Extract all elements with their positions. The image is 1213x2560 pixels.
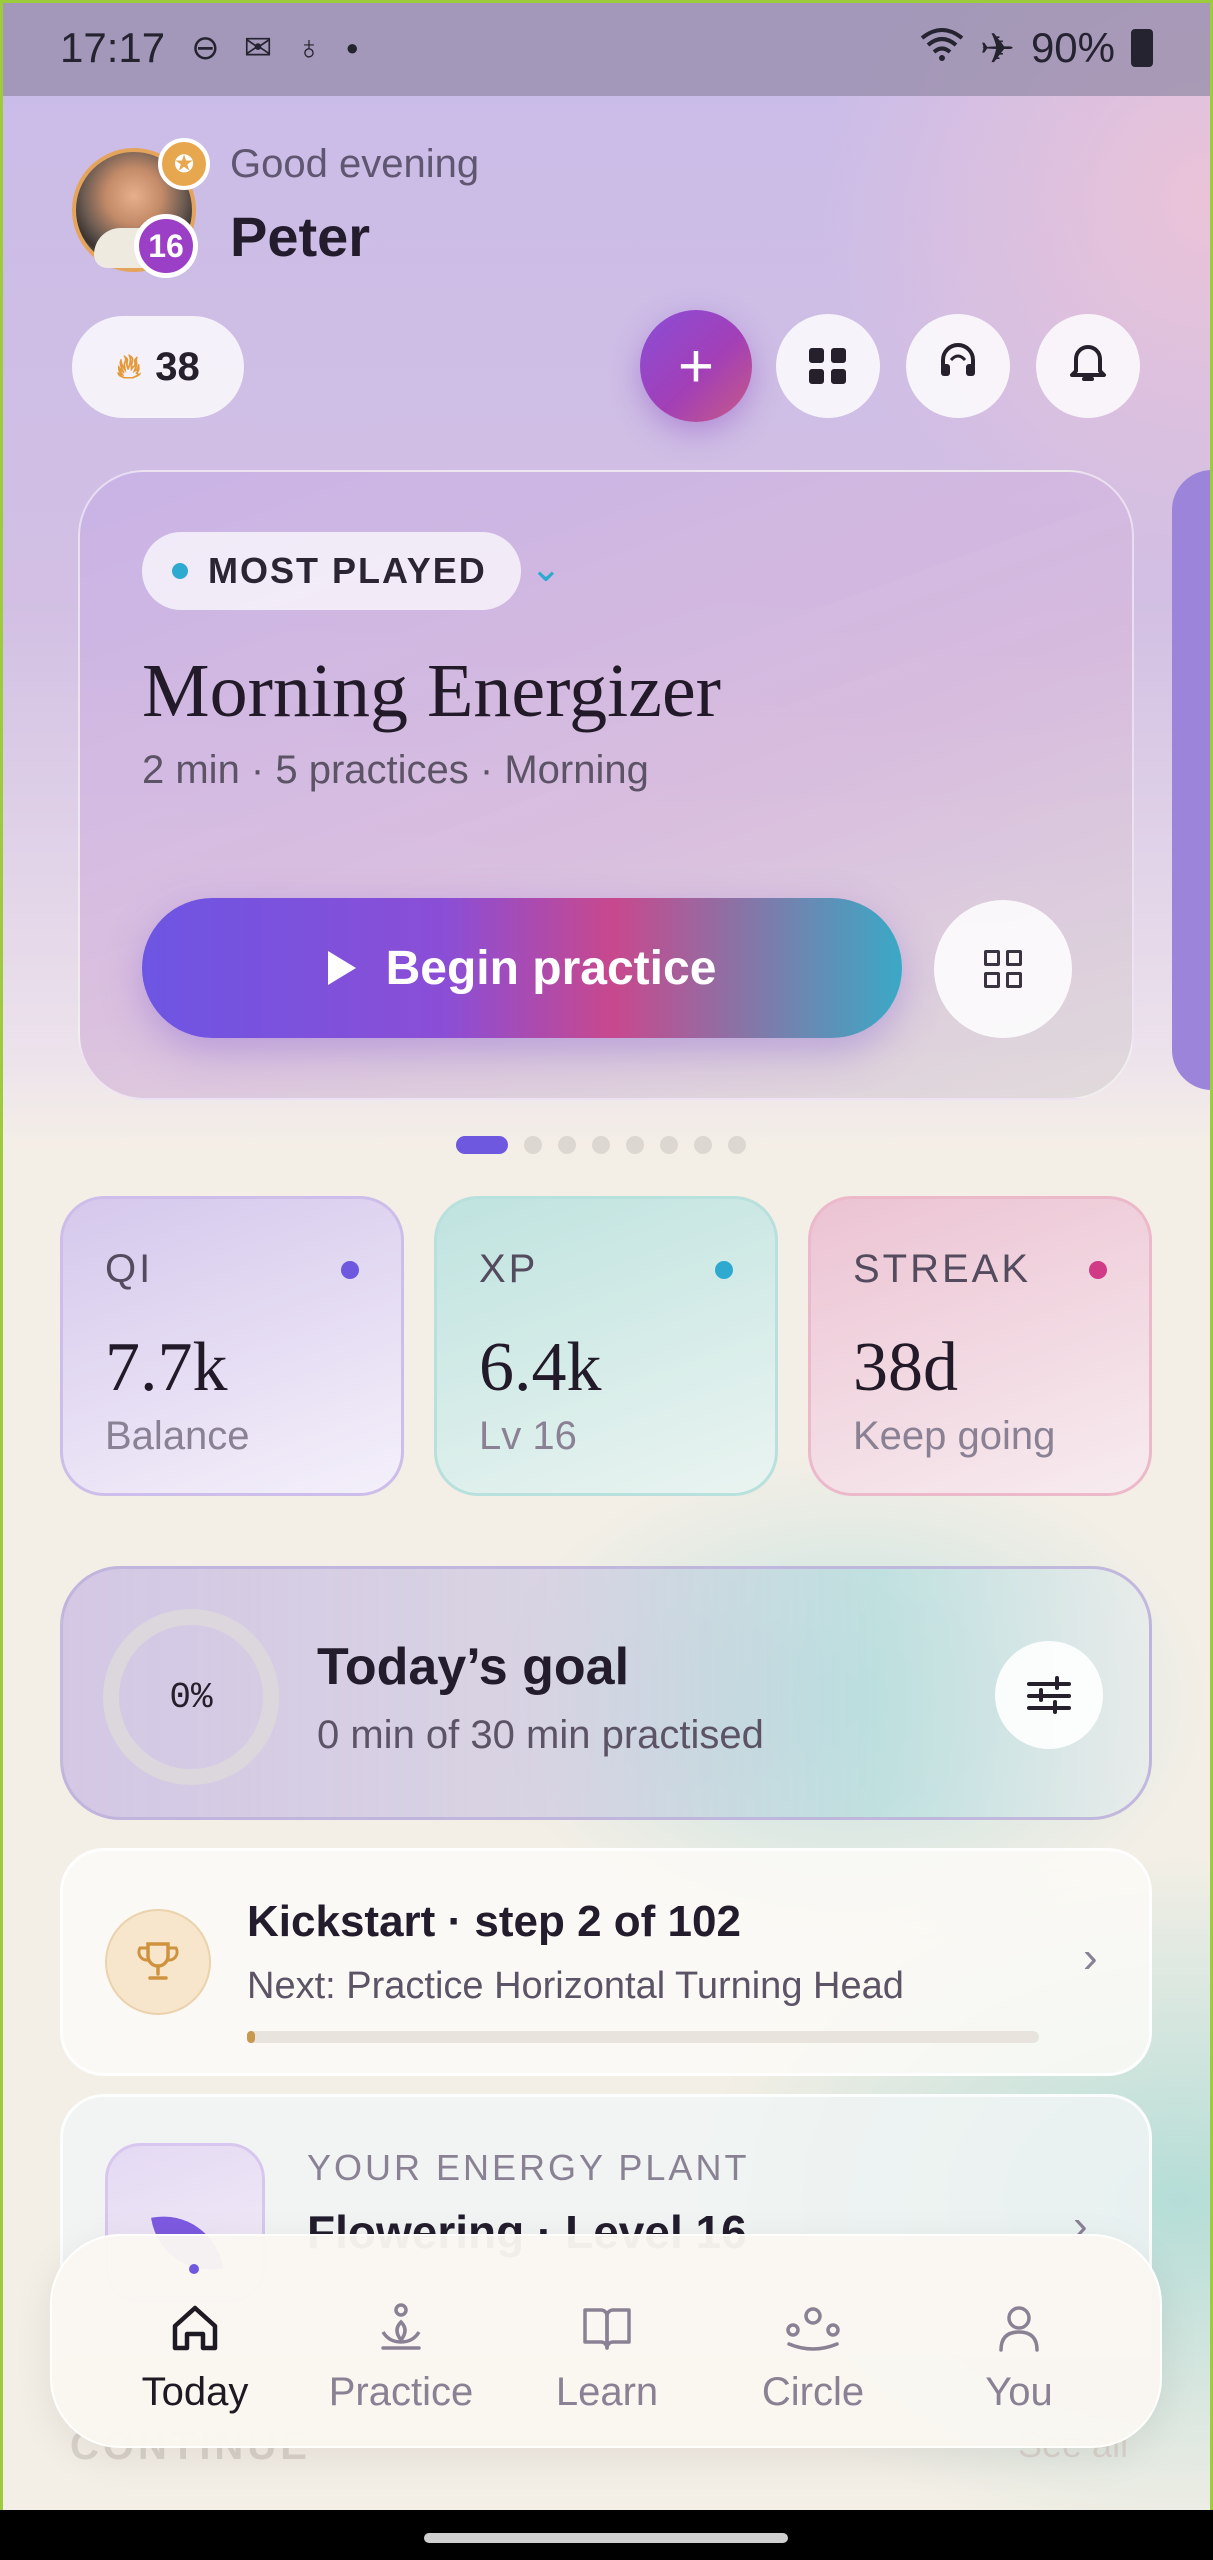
trophy-icon: [105, 1909, 211, 2015]
practice-title: Morning Energizer: [142, 649, 721, 733]
todays-goal-card[interactable]: 0% Today’s goal 0 min of 30 min practise…: [60, 1566, 1152, 1820]
goal-subtitle: 0 min of 30 min practised: [317, 1713, 764, 1757]
pager-dot[interactable]: [558, 1136, 576, 1154]
stat-label: XP: [479, 1247, 539, 1291]
kickstart-progress-bar: [247, 2031, 1039, 2043]
stat-card-xp[interactable]: XP 6.4k Lv 16: [434, 1196, 778, 1496]
nav-label: Circle: [761, 2370, 865, 2414]
pager-dot[interactable]: [626, 1136, 644, 1154]
stat-value: 38d: [853, 1329, 958, 1406]
pager-dot[interactable]: [728, 1136, 746, 1154]
greeting-text: Good evening: [230, 142, 480, 186]
carousel-pager[interactable]: [456, 1136, 746, 1154]
username: Peter: [230, 205, 371, 268]
dnd-icon: ⊖: [191, 29, 220, 67]
stat-card-streak[interactable]: STREAK 38d Keep going: [808, 1196, 1152, 1496]
nav-circle[interactable]: Circle: [713, 2298, 913, 2415]
pager-dot[interactable]: [660, 1136, 678, 1154]
kickstart-progress-fill: [247, 2031, 255, 2043]
most-played-label: MOST PLAYED: [208, 550, 487, 591]
chevron-down-icon[interactable]: ⌄: [530, 546, 562, 591]
stat-card-qi[interactable]: QI 7.7k Balance: [60, 1196, 404, 1496]
nav-label: You: [985, 2370, 1053, 2414]
pager-dot[interactable]: [524, 1136, 542, 1154]
pager-dot[interactable]: [592, 1136, 610, 1154]
app-screen: 17:17 ⊖ ✉ ♁ ● ✈ 90% ✪ 16 Good evening Pe…: [0, 0, 1213, 2560]
mail-icon: ✉: [243, 29, 273, 67]
practice-list-button[interactable]: [934, 900, 1072, 1038]
stat-dot: [1089, 1261, 1107, 1279]
bell-icon: [1068, 339, 1108, 393]
status-time: 17:17: [60, 24, 166, 71]
nav-label: Practice: [328, 2370, 474, 2414]
status-bar: 17:17 ⊖ ✉ ♁ ● ✈ 90%: [0, 0, 1213, 96]
nav-practice[interactable]: Practice: [301, 2298, 501, 2415]
goal-settings-button[interactable]: [995, 1641, 1103, 1749]
stat-sub: Keep going: [853, 1414, 1056, 1458]
kickstart-card[interactable]: Kickstart · step 2 of 102 Next: Practice…: [60, 1848, 1152, 2076]
status-dot: [172, 563, 188, 579]
avatar-button[interactable]: ✪ 16: [72, 138, 210, 278]
stat-value: 6.4k: [479, 1329, 602, 1406]
chevron-right-icon: ›: [1083, 1933, 1098, 1982]
home-gesture-pill[interactable]: [424, 2533, 788, 2543]
plus-icon: +: [677, 331, 715, 401]
nav-today[interactable]: Today: [95, 2298, 295, 2415]
featured-practice-card[interactable]: MOST PLAYED ⌄ Morning Energizer 2 min · …: [78, 470, 1134, 1100]
bottom-navigation: Today Practice Learn Circle You: [50, 2234, 1162, 2448]
headset-icon: [937, 340, 979, 392]
dot-icon: ●: [345, 35, 359, 60]
begin-practice-button[interactable]: Begin practice: [142, 898, 902, 1038]
notifications-button[interactable]: [1036, 314, 1140, 418]
streak-chip[interactable]: 🔥︎ 38: [72, 316, 244, 418]
stat-label: QI: [105, 1247, 154, 1291]
goal-progress-ring: 0%: [103, 1609, 279, 1785]
bulb-icon: ♁: [296, 28, 322, 67]
play-icon: [327, 951, 356, 985]
begin-practice-label: Begin practice: [385, 941, 717, 995]
status-right: ✈ 90%: [920, 24, 1153, 73]
nav-label: Today: [141, 2370, 249, 2414]
home-icon: [95, 2298, 295, 2358]
book-icon: [507, 2298, 707, 2358]
stat-dot: [715, 1261, 733, 1279]
battery-icon: [1131, 29, 1153, 67]
stat-value: 7.7k: [105, 1329, 228, 1406]
nav-label: Learn: [555, 2370, 659, 2414]
wifi-icon: [920, 26, 964, 71]
stat-label: STREAK: [853, 1247, 1032, 1291]
nav-learn[interactable]: Learn: [507, 2298, 707, 2415]
people-icon: [713, 2298, 913, 2358]
stat-sub: Lv 16: [479, 1414, 577, 1458]
pager-dot-active[interactable]: [456, 1136, 508, 1154]
lotus-icon: [301, 2298, 501, 2358]
pager-dot[interactable]: [694, 1136, 712, 1154]
airplane-icon: ✈: [979, 24, 1015, 72]
flame-icon: 🔥︎: [116, 347, 142, 386]
most-played-pill[interactable]: MOST PLAYED: [142, 532, 521, 610]
grid-outline-icon: [984, 950, 1022, 988]
stat-sub: Balance: [105, 1414, 250, 1458]
active-indicator: [189, 2264, 199, 2274]
goal-percent: 0%: [169, 1676, 213, 1718]
sliders-icon: [1027, 1676, 1071, 1714]
battery-text: 90%: [1030, 24, 1115, 71]
goal-title: Today’s goal: [317, 1638, 630, 1696]
kickstart-subtitle: Next: Practice Horizontal Turning Head: [247, 1965, 904, 2007]
apps-button[interactable]: [776, 314, 880, 418]
award-icon: ✪: [158, 138, 210, 190]
plant-label: YOUR ENERGY PLANT: [307, 2147, 750, 2188]
person-icon: [919, 2298, 1119, 2358]
practice-subtitle: 2 min · 5 practices · Morning: [142, 748, 649, 792]
grid-icon: [809, 348, 847, 384]
stat-dot: [341, 1261, 359, 1279]
next-card-peek[interactable]: [1172, 470, 1213, 1090]
add-button[interactable]: +: [640, 310, 752, 422]
nav-you[interactable]: You: [919, 2298, 1119, 2415]
support-button[interactable]: [906, 314, 1010, 418]
streak-count: 38: [155, 344, 200, 389]
kickstart-title: Kickstart · step 2 of 102: [247, 1897, 741, 1946]
level-badge: 16: [134, 214, 198, 278]
